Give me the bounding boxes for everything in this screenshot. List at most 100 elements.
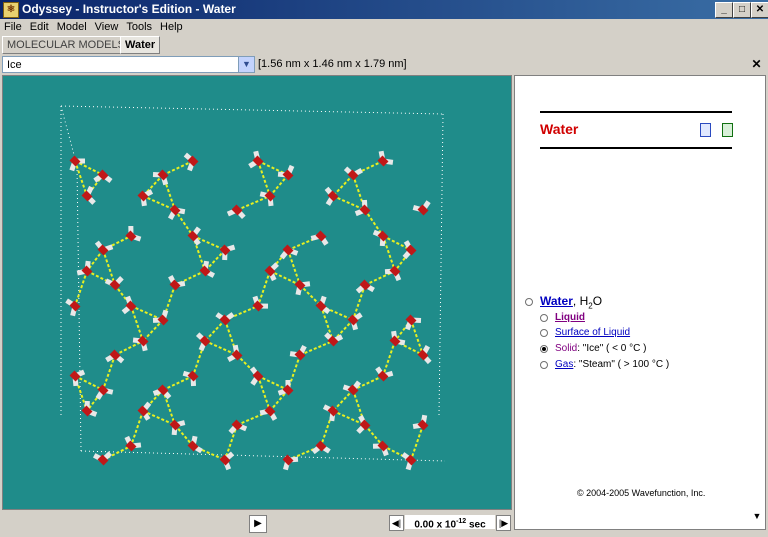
menu-tools[interactable]: Tools (122, 19, 156, 34)
oxygen-atom (169, 419, 181, 431)
oxygen-atom (109, 349, 121, 361)
surface-link[interactable]: Surface of Liquid (555, 327, 630, 338)
menu-file[interactable]: File (0, 19, 26, 34)
option-liquid: Liquid (555, 312, 585, 324)
oxygen-atom (231, 204, 243, 216)
oxygen-atom (359, 204, 371, 216)
play-icon[interactable]: ▶ (249, 515, 267, 533)
oxygen-atom (157, 384, 169, 396)
oxygen-atom (389, 335, 401, 347)
oxygen-atom (187, 370, 199, 382)
oxygen-atom (417, 419, 429, 431)
player-controls: ▶ ◀| 0.00 x 10-12 sec |▶ (0, 511, 512, 537)
menu-help[interactable]: Help (156, 19, 187, 34)
oxygen-atom (187, 155, 199, 167)
hydrogen-bond (236, 195, 271, 211)
oxygen-atom (81, 405, 93, 417)
oxygen-atom (347, 384, 359, 396)
hydrogen-bond (332, 389, 354, 412)
oxygen-atom (231, 419, 243, 431)
oxygen-atom (377, 230, 389, 242)
hydrogen-bond (269, 174, 289, 197)
option-gas: Gas: "Steam" ( > 100 °C ) (555, 359, 670, 370)
hydrogen-bond (204, 340, 238, 356)
water-heading: Water, H2O (540, 294, 603, 311)
oxygen-atom (377, 440, 389, 452)
scroll-down-arrow[interactable]: ▼ (750, 511, 764, 529)
oxygen-atom (125, 300, 137, 312)
oxygen-atom (219, 314, 231, 326)
solid-radio[interactable] (540, 345, 548, 353)
oxygen-atom (264, 190, 276, 202)
oxygen-atom (359, 419, 371, 431)
chevron-down-icon[interactable]: ▼ (238, 57, 254, 72)
oxygen-atom (125, 440, 137, 452)
oxygen-atom (282, 169, 294, 181)
oxygen-atom (187, 440, 199, 452)
water-link[interactable]: Water (540, 294, 573, 308)
oxygen-atom (109, 279, 121, 291)
oxygen-atom (417, 204, 429, 216)
option-surface: Surface of Liquid (555, 327, 630, 339)
oxygen-atom (405, 244, 417, 256)
bounding-box-edge (80, 450, 446, 462)
oxygen-atom (199, 265, 211, 277)
maximize-button[interactable]: □ (733, 2, 751, 18)
menu-model[interactable]: Model (53, 19, 91, 34)
hydrogen-bond (114, 340, 144, 356)
ice-lattice-model[interactable] (3, 76, 511, 509)
oxygen-atom (137, 335, 149, 347)
liquid-radio[interactable] (540, 314, 548, 322)
model-toolbar: Ice ▼ [1.56 nm x 1.46 nm x 1.79 nm] (0, 55, 768, 74)
panel-header: Water (540, 111, 733, 149)
tab-bar: MOLECULAR MODELS Water (0, 35, 768, 54)
time-readout: 0.00 x 10-12 sec (405, 515, 495, 530)
step-forward-icon[interactable]: |▶ (496, 515, 511, 531)
app-icon: ⚛ (3, 2, 19, 18)
gas-radio[interactable] (540, 361, 548, 369)
oxygen-atom (97, 384, 109, 396)
oxygen-atom (315, 300, 327, 312)
oxygen-atom (169, 204, 181, 216)
bounding-box-edge (60, 105, 444, 115)
model-dimensions: [1.56 nm x 1.46 nm x 1.79 nm] (258, 58, 407, 70)
oxygen-atom (417, 349, 429, 361)
oxygen-atom (97, 169, 109, 181)
oxygen-atom (125, 230, 137, 242)
menu-view[interactable]: View (91, 19, 123, 34)
info-panel: Water Water, H2O Liquid Surface of Liqui… (514, 75, 766, 530)
molecule-viewer[interactable] (2, 75, 512, 510)
bounding-box-edge (438, 113, 444, 417)
oxygen-atom (327, 190, 339, 202)
hydrogen-bond (410, 424, 424, 461)
refresh-icon[interactable] (722, 123, 733, 137)
step-back-icon[interactable]: ◀| (389, 515, 404, 531)
oxygen-atom (389, 265, 401, 277)
tab-water[interactable]: Water (120, 36, 161, 54)
minimize-button[interactable]: _ (715, 2, 733, 18)
oxygen-atom (69, 300, 81, 312)
liquid-link[interactable]: Liquid (555, 312, 585, 323)
hydrogen-bond (142, 195, 176, 211)
oxygen-atom (347, 169, 359, 181)
gas-link[interactable]: Gas (555, 359, 573, 370)
oxygen-atom (157, 169, 169, 181)
tab-molecular-models[interactable]: MOLECULAR MODELS (2, 36, 130, 54)
hydrogen-bond (204, 319, 226, 342)
model-select[interactable]: Ice ▼ (2, 56, 255, 73)
oxygen-atom (264, 405, 276, 417)
water-radio[interactable] (525, 298, 533, 306)
notes-icon[interactable] (700, 123, 711, 137)
surface-radio[interactable] (540, 329, 548, 337)
hydrogen-bond (142, 319, 164, 342)
oxygen-atom (219, 244, 231, 256)
oxygen-atom (315, 440, 327, 452)
oxygen-atom (69, 370, 81, 382)
solid-label[interactable]: Solid (555, 343, 577, 354)
menu-edit[interactable]: Edit (26, 19, 53, 34)
model-select-value: Ice (7, 59, 22, 71)
oxygen-atom (97, 454, 109, 466)
close-icon[interactable]: ✕ (750, 58, 763, 71)
close-window-button[interactable]: ✕ (751, 2, 768, 18)
hydrogen-bond (162, 375, 194, 391)
